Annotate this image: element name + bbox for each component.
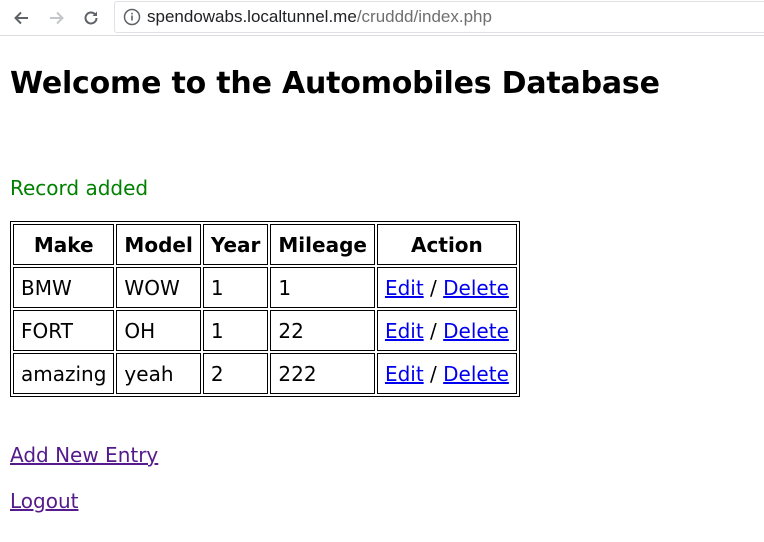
cell-make: BMW [13,267,115,308]
info-icon[interactable] [123,8,141,26]
action-separator: / [430,275,437,300]
back-arrow-icon [12,9,30,27]
table-header-row: Make Model Year Mileage Action [13,224,517,265]
header-make: Make [13,224,115,265]
logout-line: Logout [10,489,78,513]
cell-model: OH [116,310,201,351]
delete-link[interactable]: Delete [443,362,509,386]
cell-make: FORT [13,310,115,351]
browser-toolbar: spendowabs.localtunnel.me/cruddd/index.p… [0,0,764,36]
header-year: Year [202,224,269,265]
action-separator: / [430,361,437,386]
cell-year: 1 [202,310,269,351]
forward-arrow-icon [48,9,66,27]
table-row: BMW WOW 1 1 Edit / Delete [13,267,517,308]
cell-action: Edit / Delete [376,267,517,308]
cell-action: Edit / Delete [376,310,517,351]
cell-model: yeah [116,353,201,394]
header-mileage: Mileage [270,224,375,265]
cell-year: 2 [202,353,269,394]
cell-model: WOW [116,267,201,308]
edit-link[interactable]: Edit [385,276,424,300]
table-row: amazing yeah 2 222 Edit / Delete [13,353,517,394]
automobiles-table: Make Model Year Mileage Action BMW WOW 1… [10,221,520,397]
reload-icon [82,9,100,27]
address-bar[interactable]: spendowabs.localtunnel.me/cruddd/index.p… [114,1,764,33]
delete-link[interactable]: Delete [443,276,509,300]
table-row: FORT OH 1 22 Edit / Delete [13,310,517,351]
action-separator: / [430,318,437,343]
add-new-entry-link[interactable]: Add New Entry [10,443,158,467]
page-title: Welcome to the Automobiles Database [10,66,660,101]
cell-action: Edit / Delete [376,353,517,394]
url-text[interactable]: spendowabs.localtunnel.me/cruddd/index.p… [147,7,492,27]
logout-link[interactable]: Logout [10,489,78,513]
edit-link[interactable]: Edit [385,362,424,386]
url-path: /cruddd/index.php [356,7,492,26]
cell-make: amazing [13,353,115,394]
cell-mileage: 22 [270,310,375,351]
url-host: spendowabs.localtunnel.me [147,7,357,26]
cell-mileage: 222 [270,353,375,394]
delete-link[interactable]: Delete [443,319,509,343]
status-message: Record added [10,176,149,200]
cell-mileage: 1 [270,267,375,308]
header-action: Action [376,224,517,265]
forward-button[interactable] [46,7,68,29]
cell-year: 1 [202,267,269,308]
back-button[interactable] [10,7,32,29]
add-entry-line: Add New Entry [10,443,158,467]
header-model: Model [116,224,201,265]
edit-link[interactable]: Edit [385,319,424,343]
reload-button[interactable] [80,7,102,29]
